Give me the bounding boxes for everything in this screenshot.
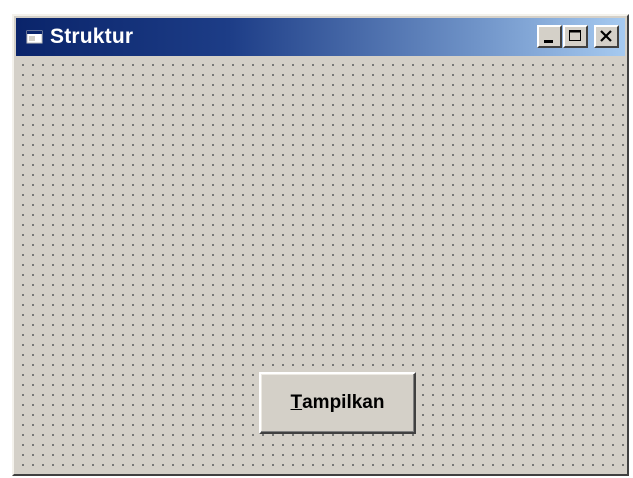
close-button[interactable] [594,25,619,48]
window-title: Struktur [50,25,134,48]
button-mnemonic: T [290,392,303,413]
form-window-icon [26,29,44,45]
close-icon [600,30,612,42]
maximize-button[interactable] [563,25,588,48]
form-design-surface[interactable]: Tampilkan [16,58,625,472]
minimize-icon [544,40,553,43]
tampilkan-button[interactable]: Tampilkan [259,372,416,434]
form-window: Struktur Tampilkan [12,14,629,476]
button-label: ampilkan [302,392,385,413]
minimize-button[interactable] [537,25,562,48]
title-bar[interactable]: Struktur [16,18,625,56]
maximize-icon [569,30,581,41]
